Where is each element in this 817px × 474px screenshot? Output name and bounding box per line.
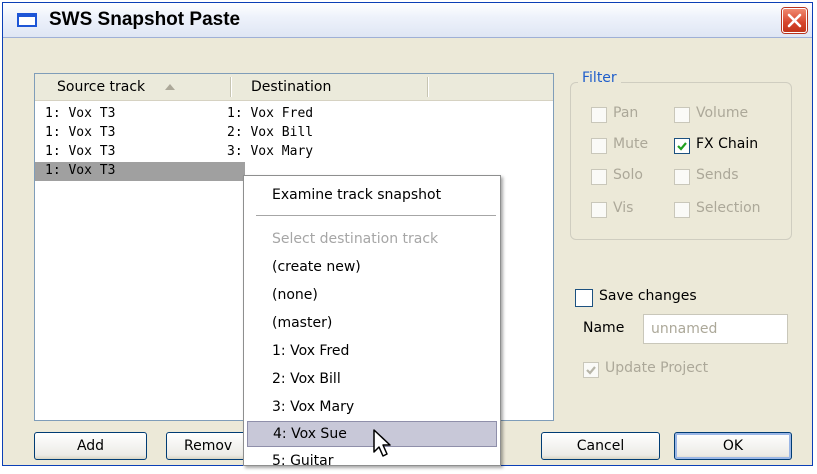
column-header-destination[interactable]: Destination [231,74,428,100]
mouse-pointer-icon [373,429,391,457]
destination-cell: 1: Vox Fred [227,106,314,121]
vis-label: Vis [613,200,634,216]
update-project-checkbox[interactable] [583,362,599,378]
column-divider[interactable] [427,77,429,97]
sends-label: Sends [696,167,739,183]
mute-checkbox[interactable] [591,138,607,154]
vis-checkbox[interactable] [591,202,607,218]
menu-item-select-destination-track: Select destination track [272,231,439,247]
selection-label: Selection [696,200,761,216]
selection-checkbox[interactable] [674,202,690,218]
volume-label: Volume [696,105,749,121]
cancel-button[interactable]: Cancel [541,432,660,460]
filter-group-label: Filter [578,70,621,86]
name-label: Name [583,320,625,336]
name-field[interactable]: unnamed [643,314,788,344]
window-title: SWS Snapshot Paste [49,9,241,30]
list-header: Source track Destination [35,74,553,101]
source-cell: 1: Vox T3 [45,125,116,140]
pan-checkbox[interactable] [591,107,607,123]
column-header-source[interactable]: Source track [35,74,230,100]
mute-label: Mute [613,136,649,152]
source-cell: 1: Vox T3 [45,163,116,178]
update-project-label: Update Project [605,360,709,376]
menu-item-vox-mary[interactable]: 3: Vox Mary [247,394,497,420]
source-cell: 1: Vox T3 [45,106,116,121]
column-header-destination-label: Destination [251,79,332,95]
table-row[interactable]: 1: Vox T3 2: Vox Bill [35,124,553,143]
checkmark-icon [677,142,687,151]
add-button[interactable]: Add [34,432,147,460]
sort-ascending-icon [164,74,176,100]
volume-checkbox[interactable] [674,107,690,123]
title-bar[interactable]: SWS Snapshot Paste [3,3,812,38]
checkmark-icon [586,366,596,375]
table-row-selected[interactable]: 1: Vox T3 [35,162,245,181]
menu-item-none[interactable]: (none) [247,282,497,308]
destination-cell: 2: Vox Bill [227,125,314,140]
close-icon [787,13,802,28]
destination-cell: 3: Vox Mary [227,144,314,159]
menu-separator [256,215,496,217]
table-row[interactable]: 1: Vox T3 3: Vox Mary [35,143,553,162]
menu-item-examine-track-snapshot[interactable]: Examine track snapshot [247,182,497,208]
save-changes-checkbox[interactable] [575,289,593,307]
menu-item-vox-bill[interactable]: 2: Vox Bill [247,366,497,392]
solo-checkbox[interactable] [591,169,607,185]
fx-chain-label: FX Chain [696,136,759,152]
close-button[interactable] [782,8,807,33]
context-menu: Examine track snapshot Select destinatio… [243,175,501,469]
ok-button[interactable]: OK [674,432,792,460]
fx-chain-checkbox[interactable] [674,138,690,154]
source-cell: 1: Vox T3 [45,144,116,159]
pan-label: Pan [613,105,639,121]
menu-item-create-new[interactable]: (create new) [247,254,497,280]
menu-item-master[interactable]: (master) [247,310,497,336]
solo-label: Solo [613,167,643,183]
window-icon [17,13,37,27]
sends-checkbox[interactable] [674,169,690,185]
menu-item-vox-fred[interactable]: 1: Vox Fred [247,338,497,364]
column-header-source-label: Source track [57,79,146,95]
table-row[interactable]: 1: Vox T3 1: Vox Fred [35,105,553,124]
save-changes-label: Save changes [599,288,697,304]
